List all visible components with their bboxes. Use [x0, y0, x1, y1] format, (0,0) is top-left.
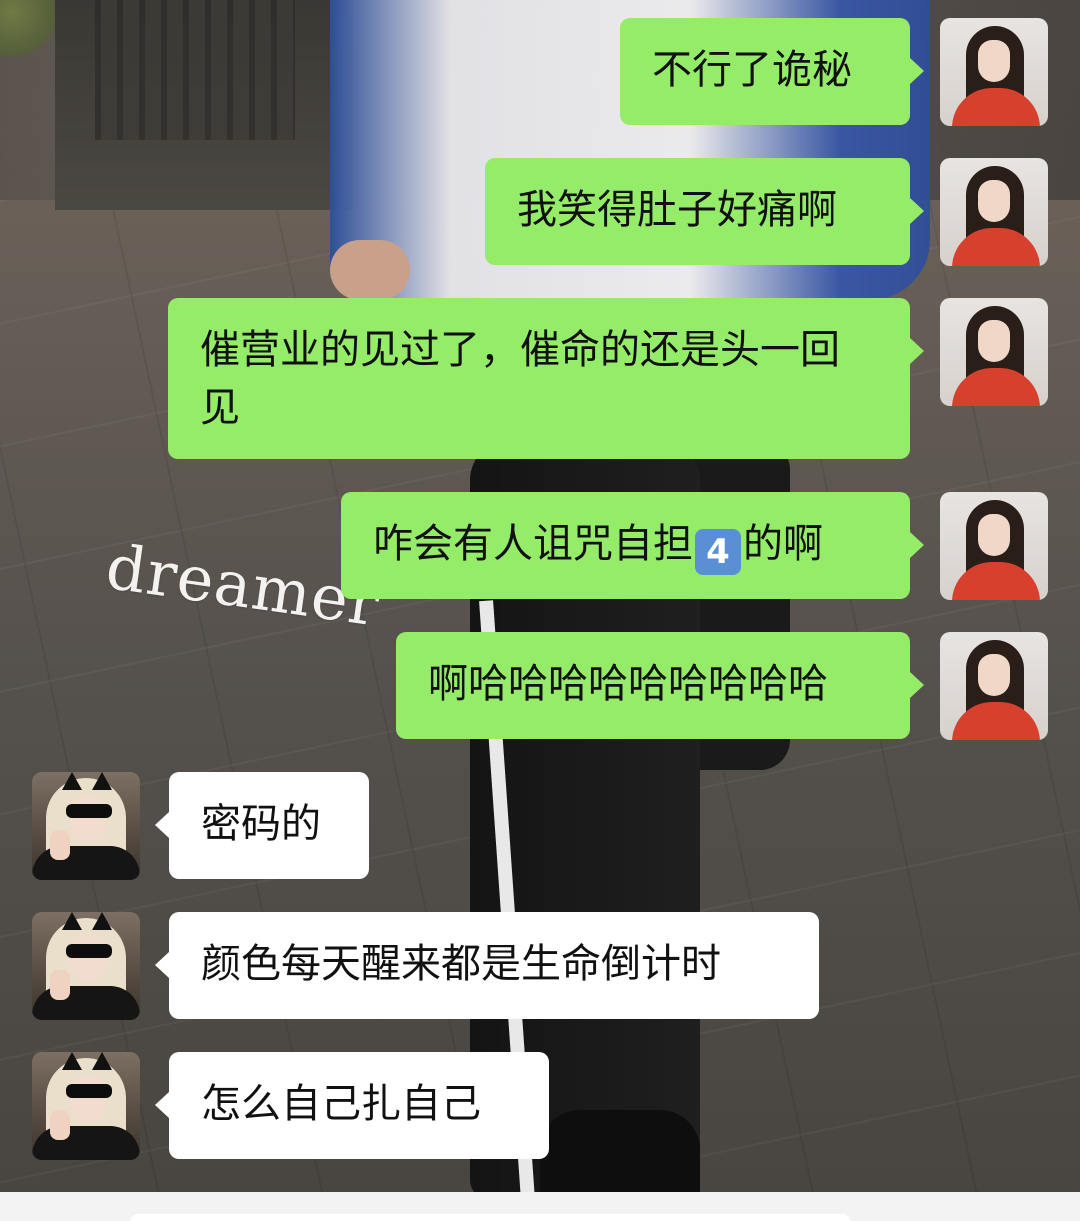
message-bubble-self[interactable]: 啊哈哈哈哈哈哈哈哈哈 [396, 632, 924, 739]
self-avatar[interactable] [940, 158, 1048, 266]
self-avatar[interactable] [940, 632, 1048, 740]
message-bubble-other[interactable]: 密码的 [155, 772, 369, 879]
message-text: 啊哈哈哈哈哈哈哈哈哈 [428, 661, 828, 707]
message-input[interactable] [130, 1214, 850, 1221]
background-shoe [540, 1110, 700, 1200]
message-text: 密码的 [201, 801, 321, 847]
keycap-four-emoji: 4 [695, 529, 741, 575]
message-bubble-self[interactable]: 不行了诡秘 [620, 18, 924, 125]
contact-avatar[interactable] [32, 1052, 140, 1160]
contact-avatar[interactable] [32, 912, 140, 1020]
input-bar [0, 1192, 1080, 1221]
message-text: 咋会有人诅咒自担 [373, 521, 693, 567]
message-text: 不行了诡秘 [652, 47, 852, 93]
chat-screen: dreamer 不行了诡秘 我笑得肚子好痛啊 催营业的见过了，催命的还是头一回见… [0, 0, 1080, 1221]
message-text: 催营业的见过了，催命的还是头一回见 [200, 327, 840, 431]
message-bubble-other[interactable]: 怎么自己扎自己 [155, 1052, 549, 1159]
message-bubble-other[interactable]: 颜色每天醒来都是生命倒计时 [155, 912, 819, 1019]
message-bubble-self[interactable]: 催营业的见过了，催命的还是头一回见 [168, 298, 924, 459]
background-door [55, 0, 353, 210]
self-avatar[interactable] [940, 18, 1048, 126]
contact-avatar[interactable] [32, 772, 140, 880]
message-bubble-self[interactable]: 我笑得肚子好痛啊 [485, 158, 924, 265]
self-avatar[interactable] [940, 492, 1048, 600]
message-bubble-self[interactable]: 咋会有人诅咒自担 4 的啊 [341, 492, 924, 599]
self-avatar[interactable] [940, 298, 1048, 406]
background-hand [330, 240, 410, 300]
background-plant [0, 0, 60, 60]
message-text: 我笑得肚子好痛啊 [517, 187, 837, 233]
message-text: 怎么自己扎自己 [201, 1081, 481, 1127]
message-text: 颜色每天醒来都是生命倒计时 [201, 941, 721, 987]
message-text: 的啊 [743, 521, 823, 567]
